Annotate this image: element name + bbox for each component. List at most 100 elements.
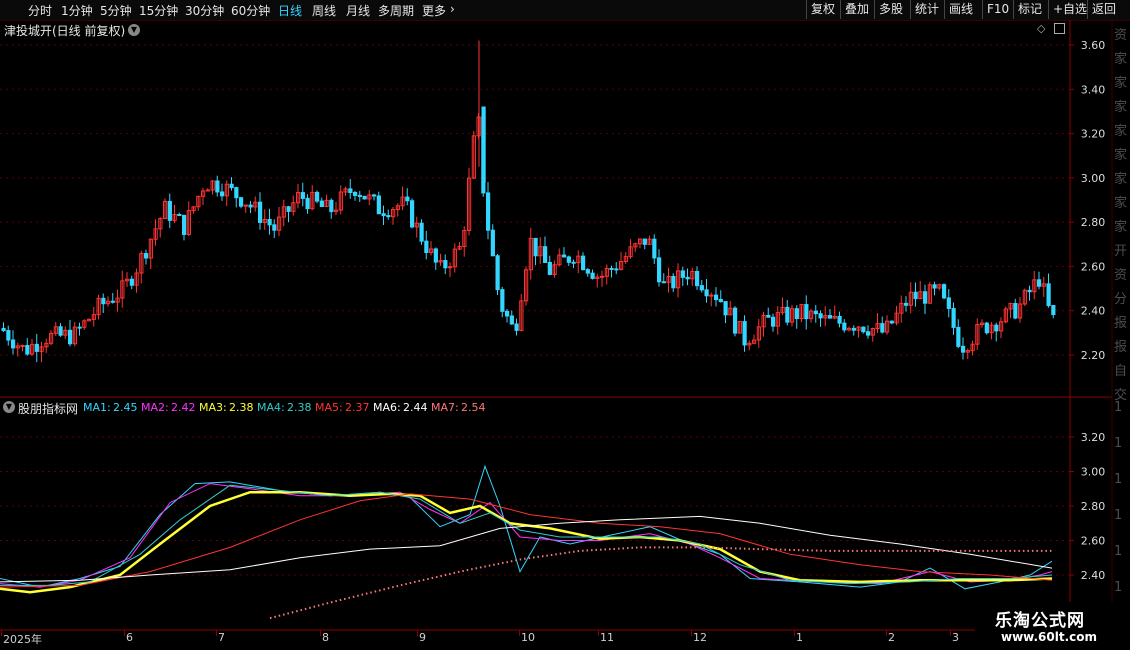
ma-value-2: 2.42 <box>171 401 196 414</box>
ma7-line <box>269 546 1052 620</box>
candle-body <box>709 294 714 297</box>
price-tick-label: 2.40 <box>1081 305 1106 318</box>
candle-body <box>861 326 866 333</box>
candle-body <box>509 315 514 325</box>
candle-body <box>386 215 391 218</box>
candle-body <box>490 229 495 257</box>
side-panel-char: 家 <box>1114 76 1128 91</box>
candle-body <box>433 248 438 263</box>
price-tick-label: 2.80 <box>1081 216 1106 229</box>
candle-body <box>994 324 999 332</box>
candle-body <box>609 267 614 270</box>
side-panel-char: 1 <box>1114 436 1123 451</box>
candle-body <box>851 327 856 331</box>
candle-body <box>961 345 966 353</box>
date-label-7: 12 <box>693 631 707 644</box>
candle-body <box>505 310 510 317</box>
candle-body <box>11 339 16 349</box>
side-panel-char: 家 <box>1114 124 1128 139</box>
candle-body <box>144 253 149 259</box>
ma-label-1: MA1: <box>83 401 111 414</box>
ma-label-4: MA4: <box>257 401 285 414</box>
candle-body <box>1046 283 1051 307</box>
ma-value-1: 2.45 <box>113 401 138 414</box>
date-label-9: 2 <box>888 631 895 644</box>
chevron-down-icon[interactable]: ▼ <box>3 401 15 413</box>
candle-body <box>267 218 272 226</box>
side-panel-char: 报 <box>1114 316 1128 331</box>
date-tick <box>598 630 599 636</box>
ma-value-3: 2.38 <box>229 401 254 414</box>
candle-body <box>685 276 690 280</box>
date-label-8: 1 <box>796 631 803 644</box>
ma1-line <box>0 464 1053 590</box>
candle-body <box>1 327 6 332</box>
candle-body <box>661 281 666 284</box>
candle-body <box>837 315 842 324</box>
side-panel-char: 报 <box>1114 340 1128 355</box>
indicator-tick-label: 3.00 <box>1081 466 1106 479</box>
side-panel-char: 家 <box>1114 220 1128 235</box>
side-panel-char: 1 <box>1114 400 1123 415</box>
candle-body <box>771 316 776 327</box>
candle-body <box>723 301 728 316</box>
date-tick <box>124 630 125 636</box>
candle-body <box>956 326 961 347</box>
candle-body <box>495 255 500 291</box>
kline-chart[interactable]: 3.60 3.40 3.20 3.00 2.80 2.60 2.40 2.20 3.20 3.00… <box>0 0 1130 650</box>
price-tick-label: 2.60 <box>1081 260 1106 273</box>
candle-body <box>671 275 676 289</box>
candle-body <box>889 320 894 324</box>
candle-body <box>946 297 951 309</box>
candle-body <box>614 268 619 271</box>
candle-body <box>405 196 410 202</box>
candle-body <box>842 322 847 331</box>
date-label-10: 3 <box>952 631 959 644</box>
indicator-tick-label: 2.60 <box>1081 535 1106 548</box>
candle-body <box>880 323 885 333</box>
candle-body <box>714 294 719 301</box>
side-panel-char: 自 <box>1114 364 1128 379</box>
side-panel-char: 1 <box>1114 544 1123 559</box>
candle-body <box>585 269 590 274</box>
candle-body <box>234 187 239 199</box>
price-axis: 3.60 3.40 3.20 3.00 2.80 2.60 2.40 2.20 3.20 3.00… <box>1070 39 1105 582</box>
ma2-line <box>0 483 1053 588</box>
candle-body <box>424 240 429 253</box>
price-tick-label: 3.40 <box>1081 83 1106 96</box>
indicator-name: 股朋指标网 <box>18 402 79 416</box>
indicator-tick-label: 3.20 <box>1081 431 1106 444</box>
candle-body <box>357 194 362 197</box>
candle-body <box>381 213 386 217</box>
ma4-line <box>0 484 1053 586</box>
date-tick <box>950 630 951 636</box>
side-panel-char: 家 <box>1114 196 1128 211</box>
candle-body <box>101 297 106 305</box>
candle-body <box>500 289 505 312</box>
candle-body <box>362 195 367 200</box>
candle-body <box>258 201 263 223</box>
candle-body <box>25 345 30 355</box>
side-panel-char: 家 <box>1114 100 1128 115</box>
candle-body <box>699 285 704 291</box>
side-panel-char: 家 <box>1114 52 1128 67</box>
side-panel-char: 1 <box>1114 472 1123 487</box>
candle-body <box>642 238 647 245</box>
candle-body <box>581 255 586 271</box>
candle-body <box>828 315 833 319</box>
side-panel-char: 1 <box>1114 508 1123 523</box>
side-panel-char: 资 <box>1114 28 1128 43</box>
candle-body <box>167 200 172 221</box>
ma-label-5: MA5: <box>315 401 343 414</box>
candle-body <box>58 326 63 336</box>
candle-body <box>951 307 956 328</box>
candle-body <box>804 304 809 320</box>
candle-body <box>818 313 823 319</box>
candle-body <box>543 246 548 263</box>
candle-body <box>785 306 790 323</box>
candle-body <box>248 204 253 208</box>
candle-body <box>68 329 73 345</box>
candle-body <box>215 180 220 193</box>
candle-body <box>695 270 700 287</box>
side-panel-char: 家 <box>1114 148 1128 163</box>
